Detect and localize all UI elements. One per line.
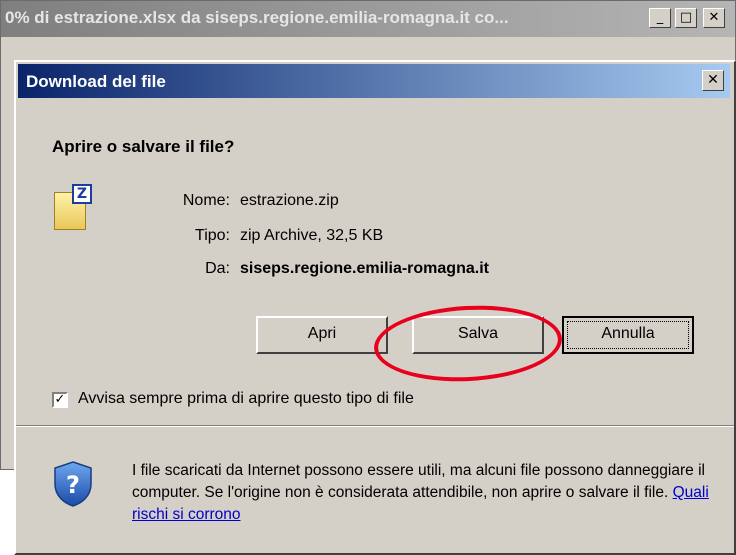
type-value: zip Archive, 32,5 KB [240, 227, 384, 244]
background-window-title: 0% di estrazione.xlsx da siseps.regione.… [5, 8, 509, 27]
close-window-button[interactable]: ✕ [703, 8, 725, 28]
download-dialog: Download del file ✕ Aprire o salvare il … [14, 60, 736, 555]
from-label: Da: [205, 260, 230, 277]
zip-file-icon: Z [54, 184, 92, 230]
dialog-titlebar: Download del file ✕ [18, 64, 730, 98]
dialog-divider [16, 425, 734, 427]
name-value: estrazione.zip [240, 192, 339, 209]
shield-question-icon: ? [52, 460, 94, 508]
open-button[interactable]: Apri [256, 316, 388, 354]
dialog-close-button[interactable]: ✕ [702, 70, 724, 91]
always-ask-label[interactable]: Avvisa sempre prima di aprire questo tip… [78, 390, 414, 408]
from-value: siseps.regione.emilia-romagna.it [240, 260, 489, 277]
dialog-question: Aprire o salvare il file? [52, 137, 235, 156]
maximize-button[interactable]: □ [675, 8, 697, 28]
minimize-button[interactable]: _ [649, 8, 671, 28]
security-warning-text: I file scaricati da Internet possono ess… [132, 462, 705, 501]
security-warning: I file scaricati da Internet possono ess… [132, 460, 712, 526]
cancel-button[interactable]: Annulla [562, 316, 694, 354]
always-ask-checkbox[interactable]: ✓ [52, 392, 68, 408]
background-window-titlebar: 0% di estrazione.xlsx da siseps.regione.… [1, 1, 735, 37]
dialog-title: Download del file [26, 72, 166, 91]
name-label: Nome: [182, 192, 230, 209]
save-button[interactable]: Salva [412, 316, 544, 354]
type-label: Tipo: [195, 227, 230, 244]
svg-text:?: ? [66, 471, 80, 499]
